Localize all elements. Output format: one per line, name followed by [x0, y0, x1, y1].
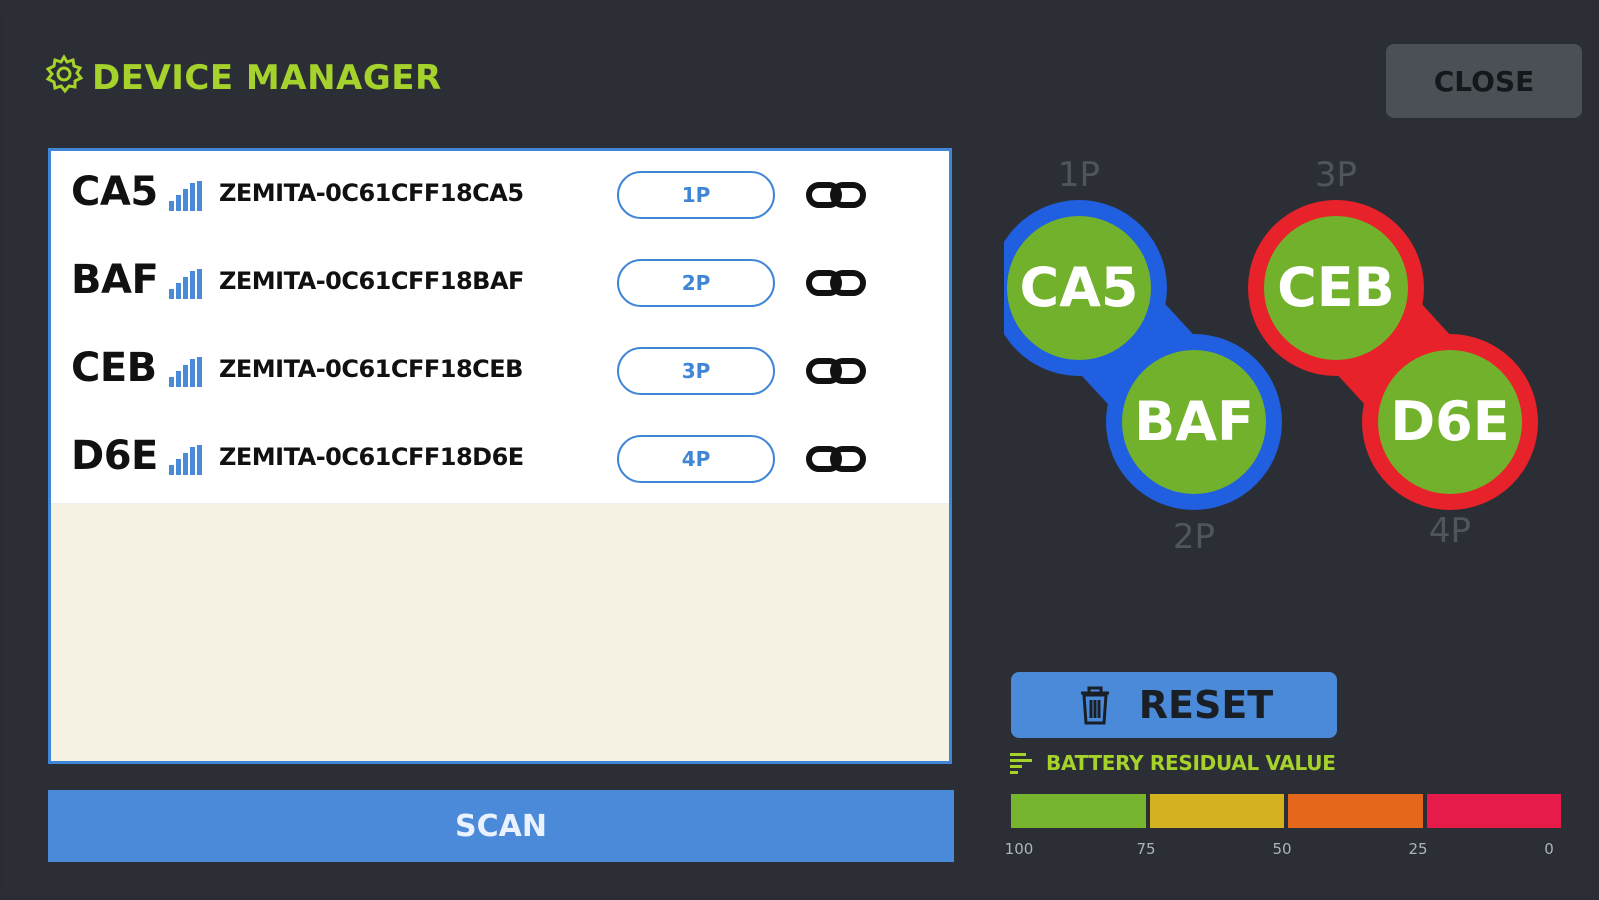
- battery-list-icon: [1010, 753, 1032, 774]
- battery-tick: 50: [1272, 840, 1292, 858]
- device-list: CA5 ZEMITA-0C61CFF18CA5 1P BAF ZEMITA-0C…: [48, 148, 952, 764]
- device-short-id: CEB: [71, 345, 157, 391]
- reset-button[interactable]: RESET: [1011, 672, 1337, 738]
- player-label: 4P: [1429, 511, 1471, 551]
- battery-segment-100-75: [1011, 794, 1146, 828]
- signal-strength-icon: [169, 445, 202, 475]
- signal-strength-icon: [169, 357, 202, 387]
- link-icon[interactable]: [805, 439, 867, 479]
- battery-tick: 0: [1544, 840, 1554, 858]
- page-title: DEVICE MANAGER: [44, 53, 442, 103]
- player-label: 1P: [1058, 155, 1100, 195]
- battery-segment-75-50: [1149, 794, 1284, 828]
- player-slot-button[interactable]: 2P: [617, 259, 775, 307]
- pair-group-2: 3P CEB D6E 4P: [1248, 155, 1538, 551]
- device-full-name: ZEMITA-0C61CFF18CEB: [219, 355, 523, 383]
- device-manager-window: DEVICE MANAGER CLOSE CA5 ZEMITA-0C61CFF1…: [4, 4, 1595, 896]
- battery-scale-bar: [1011, 794, 1561, 828]
- battery-tick: 100: [1004, 840, 1034, 858]
- battery-tick: 25: [1408, 840, 1428, 858]
- device-row-ca5[interactable]: CA5 ZEMITA-0C61CFF18CA5 1P: [51, 151, 949, 240]
- battery-segment-25-0: [1426, 794, 1561, 828]
- player-label: 3P: [1315, 155, 1357, 195]
- trash-icon: [1080, 686, 1109, 725]
- close-button[interactable]: CLOSE: [1386, 44, 1582, 118]
- node-label: BAF: [1134, 390, 1254, 453]
- player-label: 2P: [1173, 517, 1215, 557]
- battery-legend-title: BATTERY RESIDUAL VALUE: [1010, 748, 1336, 778]
- link-icon[interactable]: [805, 175, 867, 215]
- node-label: CEB: [1277, 256, 1395, 319]
- device-row-ceb[interactable]: CEB ZEMITA-0C61CFF18CEB 3P: [51, 327, 949, 416]
- battery-scale-ticks: 100 75 50 25 0: [1004, 840, 1564, 860]
- node-label: D6E: [1390, 390, 1509, 453]
- signal-strength-icon: [169, 181, 202, 211]
- device-row-baf[interactable]: BAF ZEMITA-0C61CFF18BAF 2P: [51, 239, 949, 328]
- device-short-id: D6E: [71, 433, 158, 479]
- device-row-d6e[interactable]: D6E ZEMITA-0C61CFF18D6E 4P: [51, 415, 949, 504]
- device-short-id: CA5: [71, 169, 158, 215]
- node-label: CA5: [1020, 256, 1139, 319]
- device-full-name: ZEMITA-0C61CFF18CA5: [219, 179, 524, 207]
- controller-pairing-diagram: 1P CA5 BAF 2P 3P CEB D6E 4P: [1004, 155, 1538, 557]
- reset-label: RESET: [1138, 683, 1274, 727]
- link-icon[interactable]: [805, 351, 867, 391]
- battery-title-text: BATTERY RESIDUAL VALUE: [1046, 751, 1336, 775]
- player-slot-button[interactable]: 4P: [617, 435, 775, 483]
- device-full-name: ZEMITA-0C61CFF18D6E: [219, 443, 524, 471]
- player-slot-button[interactable]: 3P: [617, 347, 775, 395]
- battery-segment-50-25: [1288, 794, 1423, 828]
- device-full-name: ZEMITA-0C61CFF18BAF: [219, 267, 524, 295]
- signal-strength-icon: [169, 269, 202, 299]
- device-short-id: BAF: [71, 257, 159, 303]
- player-slot-button[interactable]: 1P: [617, 171, 775, 219]
- link-icon[interactable]: [805, 263, 867, 303]
- scan-button[interactable]: SCAN: [48, 790, 954, 862]
- gear-icon: [44, 53, 84, 103]
- pair-group-1: 1P CA5 BAF 2P: [1004, 155, 1282, 557]
- page-title-text: DEVICE MANAGER: [92, 58, 442, 98]
- battery-tick: 75: [1136, 840, 1156, 858]
